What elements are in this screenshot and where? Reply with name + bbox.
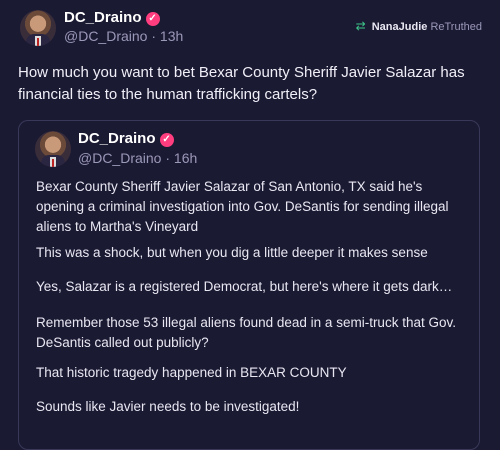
author-avatar[interactable] (20, 10, 56, 46)
retruth-label: ReTruthed (430, 21, 482, 33)
author-display-name: DC_Draino (64, 9, 142, 26)
quoted-author-meta: @DC_Draino · 16h (78, 150, 197, 166)
verified-check-icon: ✓ (145, 12, 160, 26)
quoted-paragraph: Bexar County Sheriff Javier Salazar of S… (36, 179, 449, 234)
quoted-author-name[interactable]: DC_Draino ✓ (78, 130, 174, 147)
quoted-paragraph: Yes, Salazar is a registered Democrat, b… (36, 279, 453, 294)
quoted-paragraph: Remember those 53 illegal aliens found d… (36, 315, 456, 350)
quoted-author-handle[interactable]: @DC_Draino (78, 150, 161, 166)
post-timestamp[interactable]: · 13h (151, 28, 183, 44)
quoted-post-timestamp[interactable]: · 16h (165, 150, 197, 166)
quoted-paragraph: That historic tragedy happened in BEXAR … (36, 365, 347, 380)
verified-check-icon: ✓ (159, 133, 174, 147)
quoted-post[interactable]: DC_Draino ✓ @DC_Draino · 16h Bexar County… (18, 120, 480, 450)
retruth-indicator: ⇄ NanaJudie ReTruthed (356, 19, 482, 33)
author-meta: @DC_Draino · 13h (64, 28, 183, 44)
quoted-paragraph: Sounds like Javier needs to be investiga… (36, 399, 300, 414)
retruth-user[interactable]: NanaJudie (372, 21, 428, 33)
retruth-icon: ⇄ (355, 19, 366, 33)
author-handle[interactable]: @DC_Draino (64, 28, 147, 44)
quoted-author-avatar[interactable] (35, 131, 71, 167)
post-text: How much you want to bet Bexar County Sh… (18, 64, 465, 103)
author-name[interactable]: DC_Draino ✓ (64, 9, 160, 26)
quoted-paragraph: This was a shock, but when you dig a lit… (36, 245, 428, 260)
quoted-author-display-name: DC_Draino (78, 130, 156, 147)
